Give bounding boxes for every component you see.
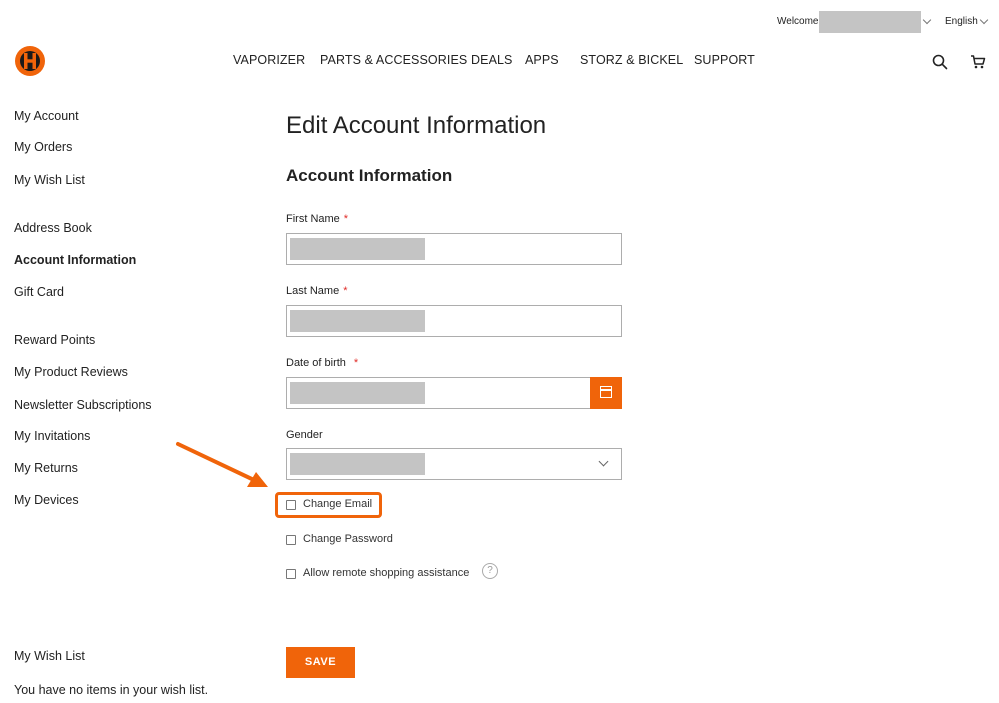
nav-item-support[interactable]: SUPPORT [694, 53, 755, 67]
sidebar-item-reward-points[interactable]: Reward Points [14, 333, 95, 347]
last-name-label: Last Name * [286, 285, 347, 297]
language-switcher[interactable]: English [945, 16, 978, 27]
redacted-value [290, 310, 425, 332]
calendar-icon [600, 386, 612, 398]
sidebar-item-newsletter-subscriptions[interactable]: Newsletter Subscriptions [14, 398, 152, 412]
sidebar-item-my-returns[interactable]: My Returns [14, 461, 78, 475]
welcome-text: Welcome, [777, 16, 822, 27]
top-bar: Welcome, English [739, 10, 999, 34]
redacted-value [290, 382, 425, 404]
first-name-label-text: First Name [286, 213, 340, 225]
required-mark: * [343, 213, 349, 225]
dob-input[interactable] [286, 377, 591, 409]
remote-assistance-checkbox[interactable] [286, 569, 296, 579]
dob-label-text: Date of birth [286, 357, 346, 369]
nav-item-vaporizer[interactable]: VAPORIZER [233, 53, 305, 67]
required-mark: * [343, 285, 348, 297]
sidebar-item-my-orders[interactable]: My Orders [14, 140, 72, 154]
nav-item-storz-bickel[interactable]: STORZ & BICKEL [580, 53, 683, 67]
wishlist-empty-message: You have no items in your wish list. [14, 683, 209, 697]
remote-assistance-option[interactable]: Allow remote shopping assistance ? [286, 563, 506, 582]
wishlist-block-title: My Wish List [14, 649, 85, 663]
chevron-down-icon [598, 456, 609, 467]
sidebar-item-my-product-reviews[interactable]: My Product Reviews [14, 365, 128, 379]
cart-icon[interactable] [970, 54, 986, 70]
nav-item-deals[interactable]: DEALS [471, 53, 513, 67]
calendar-button[interactable] [590, 377, 622, 409]
redacted-value [290, 453, 425, 475]
chevron-down-icon[interactable] [922, 15, 932, 25]
last-name-label-text: Last Name [286, 285, 340, 297]
remote-assistance-label[interactable]: Allow remote shopping assistance [303, 567, 469, 579]
first-name-label: First Name * [286, 213, 348, 225]
redacted-value [290, 238, 425, 260]
gender-label: Gender [286, 429, 323, 441]
save-button[interactable]: SAVE [286, 647, 355, 678]
sidebar-item-my-devices[interactable]: My Devices [14, 493, 79, 507]
arrow-icon [176, 442, 268, 487]
sidebar-item-my-invitations[interactable]: My Invitations [14, 429, 90, 443]
nav-item-parts-accessories[interactable]: PARTS & ACCESSORIES [320, 53, 467, 67]
chevron-down-icon[interactable] [979, 15, 989, 25]
page-title: Edit Account Information [286, 112, 547, 139]
change-password-option[interactable]: Change Password [286, 532, 406, 548]
customer-name-redacted[interactable] [819, 11, 921, 33]
change-password-checkbox[interactable] [286, 535, 296, 545]
first-name-input[interactable] [286, 233, 622, 265]
search-icon[interactable] [932, 54, 948, 70]
main-nav: VAPORIZER PARTS & ACCESSORIES DEALS APPS… [0, 53, 999, 69]
required-mark: * [353, 357, 359, 369]
dob-label: Date of birth * [286, 357, 358, 369]
change-password-label[interactable]: Change Password [303, 533, 393, 545]
sidebar-item-my-wish-list[interactable]: My Wish List [14, 173, 85, 187]
sidebar-item-gift-card[interactable]: Gift Card [14, 285, 64, 299]
sidebar-item-address-book[interactable]: Address Book [14, 221, 92, 235]
nav-item-apps[interactable]: APPS [525, 53, 559, 67]
last-name-input[interactable] [286, 305, 622, 337]
sidebar-item-account-information: Account Information [14, 253, 137, 267]
gender-select[interactable] [286, 448, 622, 480]
section-title: Account Information [286, 166, 453, 185]
sidebar-item-my-account[interactable]: My Account [14, 109, 79, 123]
help-icon[interactable]: ? [482, 563, 498, 579]
change-email-highlight [275, 492, 382, 518]
